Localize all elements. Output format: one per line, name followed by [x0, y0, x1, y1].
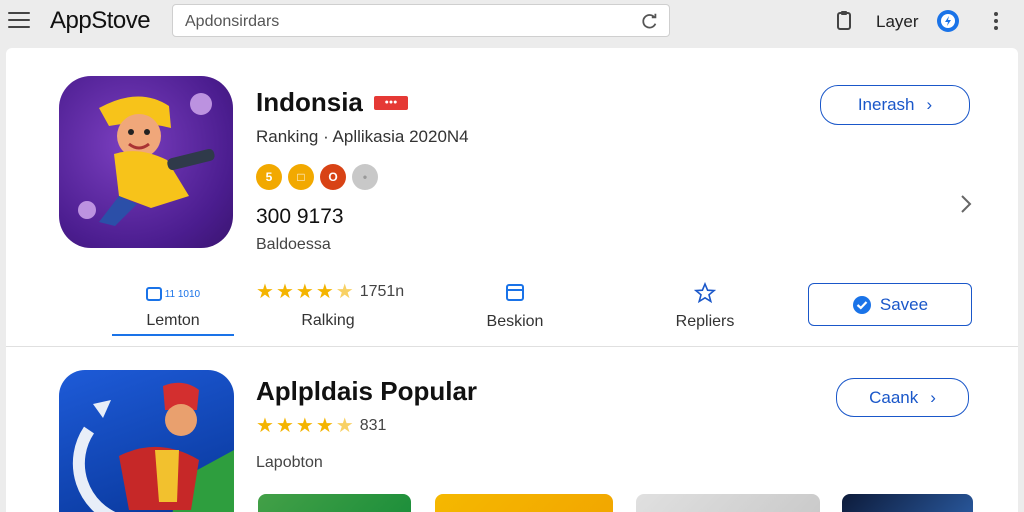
chip-category[interactable]: □: [288, 164, 314, 190]
star-icon: ★: [256, 415, 274, 437]
chip-editor[interactable]: O: [320, 164, 346, 190]
thumbnail-app-dark[interactable]: [842, 494, 973, 512]
install-button[interactable]: Inerash ›: [820, 85, 970, 125]
refresh-search-icon[interactable]: [641, 12, 659, 30]
download-count: 300 9173: [256, 205, 344, 228]
chevron-right-icon: ›: [926, 95, 933, 114]
layer-label[interactable]: Layer: [876, 12, 919, 32]
popular-action-button[interactable]: Caank ›: [836, 378, 969, 417]
rating-count: 1751n: [359, 283, 405, 300]
tab-repliers[interactable]: Repliers: [660, 281, 750, 331]
chip-age-rating[interactable]: 5: [256, 164, 282, 190]
top-bar: AppStove Layer: [0, 0, 1024, 44]
brand-logo[interactable]: AppStove: [50, 7, 151, 35]
app-title: Indonsia: [256, 87, 363, 117]
tab-beskion[interactable]: Beskion: [470, 282, 560, 331]
install-button-label: Inerash: [857, 95, 915, 114]
star-icon: ★: [315, 281, 334, 303]
section-title: Aplpldais Popular: [256, 376, 478, 406]
chevron-right-icon: ›: [930, 387, 936, 407]
star-icon: ★: [275, 281, 294, 303]
tab-lemton-count: 11 1010: [164, 289, 201, 300]
brand-name: AppStove: [50, 7, 151, 34]
chat-icon: [145, 287, 162, 302]
search-input[interactable]: [185, 12, 625, 32]
popular-rating-row: ★ ★ ★ ★ ★ 831: [256, 416, 386, 436]
thumbnail-app-yellow[interactable]: [435, 494, 613, 512]
tab-ralking[interactable]: Ralking: [288, 312, 368, 330]
chip-more[interactable]: •: [352, 164, 378, 190]
star-icon: ★: [295, 281, 314, 303]
tab-lemton[interactable]: 11 1010 Lemton: [112, 286, 234, 330]
rating-row: ★ ★ ★ ★ ★ 1751n: [256, 282, 404, 302]
thumbnail-app-green[interactable]: [258, 494, 411, 512]
next-chevron-icon[interactable]: [960, 194, 972, 214]
app-icon-popular[interactable]: [59, 370, 234, 512]
hamburger-menu-icon[interactable]: [8, 12, 30, 30]
tab-lemton-badge: 11 1010: [112, 286, 234, 304]
search-bar[interactable]: [172, 4, 670, 37]
star-outline-icon: [693, 281, 717, 304]
popular-app-illustration: [72, 382, 234, 512]
section-divider: [6, 346, 1018, 347]
more-vert-icon[interactable]: [994, 12, 1000, 32]
star-icon: ★: [295, 415, 314, 437]
calendar-icon: [506, 284, 524, 301]
account-icon[interactable]: [936, 9, 960, 33]
popular-rating-count: 831: [359, 417, 387, 434]
star-icon: ★: [256, 281, 274, 303]
verified-check-icon: [852, 295, 871, 314]
app-icon-illustration: [78, 93, 215, 226]
active-tab-indicator: [112, 334, 234, 336]
tab-beskion-label: Beskion: [486, 313, 544, 330]
save-button[interactable]: Savee: [808, 283, 972, 326]
popular-action-label: Caank: [869, 387, 919, 407]
save-button-label: Savee: [879, 294, 929, 314]
new-badge: ●●●: [374, 96, 408, 110]
star-icon: ★: [275, 415, 294, 437]
developer-name[interactable]: Baldoessa: [256, 236, 331, 254]
clipboard-icon[interactable]: [836, 10, 852, 30]
star-icon: ★: [315, 415, 334, 437]
star-half-icon: ★: [335, 281, 354, 303]
app-icon-indonsia[interactable]: [59, 76, 233, 248]
app-subtitle: Ranking · Apllikasia 2020N4: [256, 127, 469, 146]
tab-ralking-label: Ralking: [301, 312, 355, 329]
tab-repliers-label: Repliers: [675, 313, 735, 330]
popular-developer[interactable]: Lapobton: [256, 454, 323, 472]
star-half-icon: ★: [335, 415, 354, 437]
tab-lemton-label: Lemton: [146, 312, 200, 329]
thumbnail-app-gray[interactable]: [636, 494, 820, 512]
